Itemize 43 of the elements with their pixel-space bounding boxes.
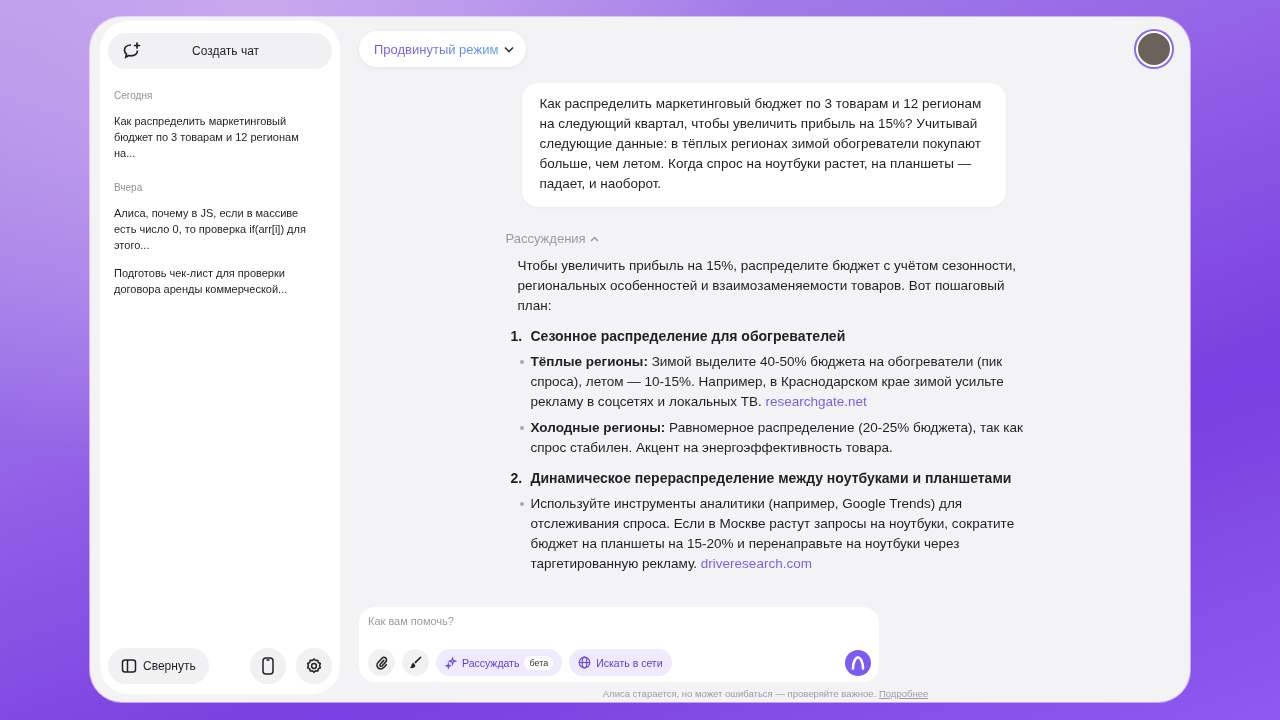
list-number: 2.: [510, 469, 523, 488]
source-link[interactable]: researchgate.net: [765, 394, 867, 409]
source-link[interactable]: driveresearch.com: [700, 556, 812, 571]
chevron-down-icon: [504, 45, 515, 53]
collapse-button[interactable]: Свернуть: [108, 648, 209, 684]
answer-paragraph: Чтобы увеличить прибыль на 15%, распределите бюджет с учётом сезонности, региональных особенностей и взаимозаменяемости товаров. Вот пошаговый план:: [517, 257, 1018, 315]
attach-button[interactable]: [368, 649, 395, 676]
voice-assistant-button[interactable]: [845, 649, 871, 676]
avatar[interactable]: [1136, 31, 1172, 67]
brush-icon: [408, 655, 423, 670]
bullet-text: Используйте инструменты аналитики (например, Google Trends) для отслеживания спроса. Если в Москве растут запросы на ноутбуки, сократите бюджет на планшеты на 15-20% и перенаправьте на ноутбуки через таргетированную рекламу. driveresearch.com: [530, 495, 1016, 573]
chat-item[interactable]: Как распределить маркетинговый бюджет по 3 товарам и 12 регионам на...: [114, 113, 322, 161]
user-message: Как распределить маркетинговый бюджет по 3 товарам и 12 регионам на следующий квартал, чтобы увеличить прибыль на 15%? Учитывай следующие данные: в тёплых регионах зимой обогреватели покупают больше, чем летом. Когда спрос на ноутбуки растет, на планшеты — падает, и наоборот.: [521, 83, 1006, 207]
settings-icon: [305, 657, 323, 675]
sparkle-icon: [445, 656, 457, 669]
section-heading: Сезонное распределение для обогревателей: [530, 327, 846, 346]
phone-button[interactable]: [250, 648, 286, 684]
bullet-dot: [519, 502, 524, 506]
disclaimer-text: Алиса старается, но может ошибаться — проверяйте важное. Подробнее: [602, 688, 929, 699]
section-label: Сегодня: [114, 90, 154, 101]
settings-button[interactable]: [296, 648, 332, 684]
assistant-logo-icon: [851, 655, 865, 670]
bullet-dot: [519, 360, 524, 364]
bullet-dot: [519, 426, 524, 430]
beta-badge: бета: [524, 655, 554, 670]
bullet-text: Тёплые регионы: Зимой выделите 40-50% бюджета на обогреватели (пик спроса), летом — 10-15%. Например, в Краснодарском крае зимой усильте рекламу в соцсетях и локальных ТВ. researchgate.net: [530, 353, 1005, 411]
globe-icon: [578, 656, 592, 669]
list-number: 1.: [510, 327, 523, 346]
sidebar-icon: [121, 658, 137, 674]
section-label: Вчера: [114, 182, 144, 193]
new-chat-button[interactable]: Создать чат: [108, 33, 332, 69]
mode-dropdown[interactable]: Продвинутый режим: [359, 31, 527, 67]
bullet-text: Холодные регионы: Равномерное распределение (20-25% бюджета), так как спрос стабилен. Акцент на энергоэффективность товара.: [530, 419, 1024, 457]
toggle-button[interactable]: Рассуждать бета: [436, 649, 563, 676]
chat-item[interactable]: Подготовь чек-лист для проверки договора аренды коммерческой...: [114, 265, 322, 297]
chat-item[interactable]: Алиса, почему в JS, если в массиве есть число 0, то проверка if(arr[i]) для этого...: [114, 205, 322, 253]
paperclip-icon: [374, 655, 389, 670]
new-chat-icon: [122, 41, 142, 61]
message-input[interactable]: Как вам помочь?: [368, 615, 871, 627]
toggle-button[interactable]: Искать в сети: [569, 649, 672, 676]
section-heading: Динамическое перераспределение между ноутбуками и планшетами: [530, 469, 1012, 488]
phone-icon: [262, 657, 274, 675]
draw-button[interactable]: [402, 649, 429, 676]
